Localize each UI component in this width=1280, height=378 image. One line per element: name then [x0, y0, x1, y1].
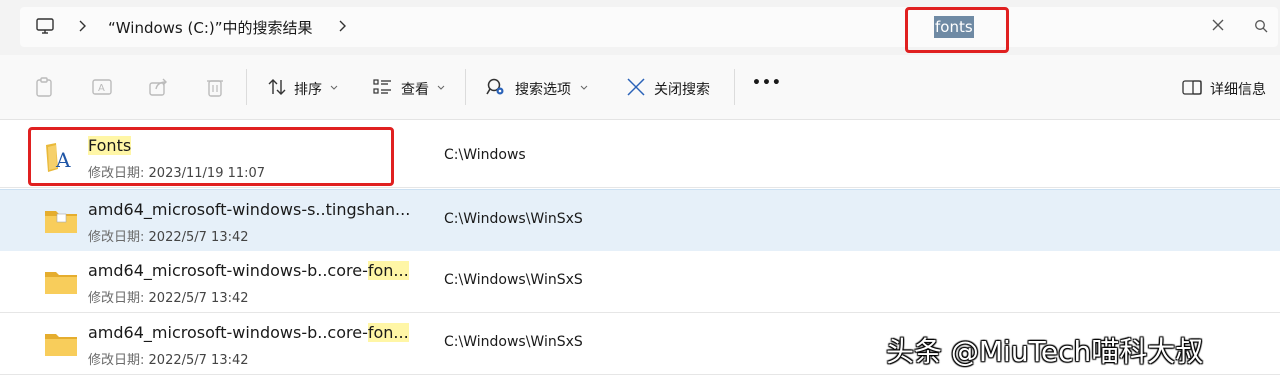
match-highlight: fon...: [367, 261, 409, 280]
address-bar: “Windows (C:)”中的搜索结果 fonts: [0, 0, 1280, 55]
toolbar-divider: [465, 69, 466, 105]
svg-text:A: A: [98, 83, 105, 94]
file-name[interactable]: amd64_microsoft-windows-b..core-fon...: [88, 261, 409, 280]
file-name[interactable]: amd64_microsoft-windows-s..tingshan...: [88, 200, 410, 219]
chevron-down-icon: [330, 85, 338, 90]
chevron-right-icon[interactable]: [336, 18, 348, 34]
file-path: C:\Windows: [444, 147, 526, 163]
more-options-button[interactable]: •••: [752, 75, 782, 91]
file-modified: 修改日期: 2022/5/7 13:42: [88, 230, 249, 245]
clear-search-icon[interactable]: [1212, 19, 1224, 31]
file-row[interactable]: amd64_microsoft-windows-s..tingshan... 修…: [0, 189, 1280, 252]
file-name[interactable]: amd64_microsoft-windows-b..core-fon...: [88, 323, 409, 342]
breadcrumb[interactable]: “Windows (C:)”中的搜索结果: [108, 17, 313, 38]
search-highlight-box: [905, 7, 1009, 53]
folder-icon: [45, 334, 77, 356]
folder-icon: [45, 272, 77, 294]
details-label: 详细信息: [1210, 82, 1266, 98]
match-highlight: fon...: [367, 323, 409, 342]
search-options-icon: [486, 78, 504, 95]
sort-icon: [268, 79, 286, 95]
sort-label: 排序: [294, 82, 322, 98]
chevron-down-icon: [437, 85, 445, 90]
file-row[interactable]: amd64_microsoft-windows-b..core-fon... 修…: [0, 251, 1280, 313]
delete-icon[interactable]: [204, 76, 226, 98]
view-label: 查看: [401, 82, 429, 98]
search-icon[interactable]: [1254, 19, 1268, 33]
file-modified: 修改日期: 2022/5/7 13:42: [88, 353, 249, 368]
close-search-label: 关闭搜索: [654, 82, 710, 98]
watermark: 头条 @MiuTech喵科大叔: [886, 335, 1204, 368]
file-path: C:\Windows\WinSxS: [444, 334, 583, 350]
fonts-highlight-box: [28, 127, 394, 186]
chevron-down-icon: [580, 85, 588, 90]
search-options-label: 搜索选项: [515, 82, 571, 98]
toolbar-divider: [734, 69, 735, 105]
view-icon: [373, 79, 391, 94]
command-bar: A 排序 查看 搜索选项 关闭搜索 ••• 详细信息: [0, 55, 1280, 120]
this-pc-icon[interactable]: [35, 16, 55, 36]
folder-icon: [45, 211, 77, 233]
paste-icon[interactable]: [33, 76, 55, 98]
close-icon: [627, 78, 645, 96]
share-icon[interactable]: [147, 76, 169, 98]
file-modified: 修改日期: 2022/5/7 13:42: [88, 291, 249, 306]
toolbar-divider: [246, 69, 247, 105]
rename-icon[interactable]: A: [91, 76, 113, 98]
file-path: C:\Windows\WinSxS: [444, 272, 583, 288]
chevron-right-icon[interactable]: [76, 18, 88, 34]
details-pane-icon: [1182, 80, 1202, 95]
file-path: C:\Windows\WinSxS: [444, 211, 583, 227]
